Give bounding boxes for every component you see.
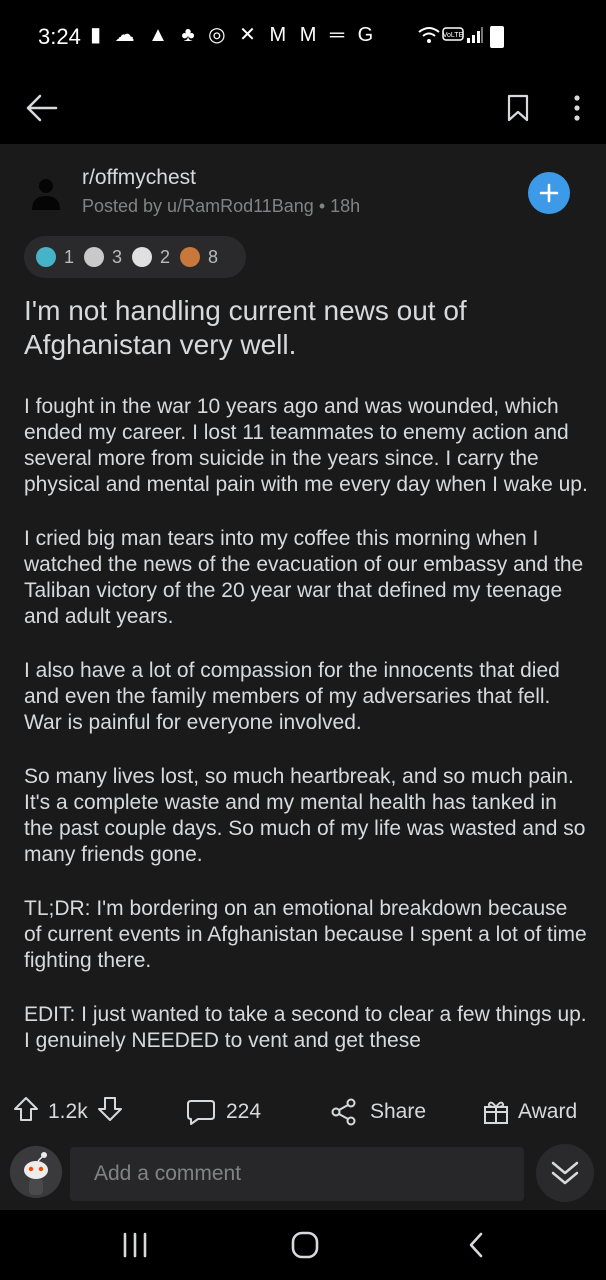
gift-icon	[484, 1101, 508, 1124]
home-icon	[291, 1231, 319, 1259]
vote-group: 1.2k	[12, 1084, 124, 1140]
recents-icon	[123, 1232, 147, 1258]
award-button[interactable]: Award	[482, 1084, 577, 1140]
volte-icon: VoLTE	[442, 24, 464, 49]
share-icon	[331, 1098, 356, 1126]
awards-row[interactable]: 1 3 2 8	[24, 236, 246, 278]
award-count: 2	[160, 246, 171, 267]
user-silhouette-icon	[32, 179, 60, 210]
system-nav-bar	[0, 1210, 606, 1280]
post-content: r/offmychest Posted by u/RamRod11Bang • …	[0, 144, 606, 1084]
comment-bar	[0, 1140, 606, 1210]
post-paragraph: So many lives lost, so much heartbreak, …	[24, 765, 586, 866]
arrow-down-icon	[97, 1097, 122, 1121]
post-body: I fought in the war 10 years ago and was…	[24, 394, 590, 1082]
signal-icon	[466, 26, 484, 49]
silver-award-icon	[132, 247, 153, 267]
system-back-button[interactable]	[462, 1230, 492, 1260]
save-post-button[interactable]	[496, 86, 540, 130]
vote-count: 1.2k	[48, 1100, 88, 1123]
award-count: 3	[112, 246, 123, 267]
status-time: 3:24	[38, 24, 81, 49]
post-paragraph: TL;DR: I'm bordering on an emotional bre…	[24, 897, 587, 972]
content-fade	[0, 1060, 606, 1084]
join-subreddit-button[interactable]	[528, 172, 570, 214]
more-vertical-icon	[574, 95, 580, 121]
wifi-icon	[418, 26, 440, 49]
post-paragraph: I also have a lot of compassion for the …	[24, 659, 560, 734]
snoo-avatar-icon	[10, 1146, 62, 1198]
award-count: 8	[208, 246, 219, 267]
bookmark-icon	[507, 94, 529, 122]
status-bar: 3:24 ▮ ☁ ▲ ♣ ◎ ✕ M M ═ G VoLTE	[0, 0, 606, 72]
award-count: 1	[64, 246, 75, 267]
app-bar	[0, 72, 606, 144]
post-paragraph: I fought in the war 10 years ago and was…	[24, 395, 588, 496]
award-label: Award	[518, 1100, 578, 1123]
more-options-button[interactable]	[555, 86, 599, 130]
upvote-button[interactable]	[12, 1095, 40, 1129]
comment-count: 224	[226, 1100, 262, 1123]
comments-button[interactable]: 224	[186, 1084, 261, 1140]
battery-icon	[490, 26, 504, 48]
collapse-comments-button[interactable]	[536, 1144, 594, 1202]
arrow-up-icon	[14, 1097, 38, 1121]
helpful-award-icon	[36, 247, 56, 267]
notification-icons: ▮ ☁ ▲ ♣ ◎ ✕ M M ═ G	[90, 24, 378, 46]
share-button[interactable]: Share	[330, 1084, 426, 1140]
wholesome-award-icon	[84, 247, 105, 267]
post-author-meta[interactable]: Posted by u/RamRod11Bang • 18h	[82, 196, 360, 217]
plus-icon	[539, 183, 559, 203]
hug-award-icon	[180, 247, 201, 267]
home-button[interactable]	[290, 1230, 320, 1260]
recent-apps-button[interactable]	[118, 1232, 152, 1258]
award-item: 1	[36, 247, 74, 268]
share-label: Share	[370, 1100, 427, 1123]
subreddit-name[interactable]: r/offmychest	[82, 166, 196, 190]
user-avatar[interactable]	[10, 1146, 62, 1198]
award-item: 2	[132, 247, 170, 268]
award-item: 3	[84, 247, 122, 268]
award-item: 8	[180, 247, 218, 268]
back-button[interactable]	[20, 86, 64, 130]
post-paragraph: I cried big man tears into my coffee thi…	[24, 527, 584, 628]
downvote-button[interactable]	[96, 1095, 124, 1129]
subreddit-avatar[interactable]	[28, 176, 64, 212]
double-chevron-down-icon	[551, 1161, 579, 1185]
svg-text:VoLTE: VoLTE	[443, 32, 464, 39]
comment-bubble-icon	[187, 1100, 215, 1125]
post-title: I'm not handling current news out of Afg…	[24, 295, 467, 360]
post-paragraph: EDIT: I just wanted to take a second to …	[24, 1003, 587, 1052]
post-action-bar: 1.2k 224 Share Award	[0, 1084, 606, 1140]
arrow-left-icon	[26, 94, 58, 122]
comment-input[interactable]	[70, 1147, 524, 1201]
chevron-left-icon	[469, 1232, 483, 1258]
